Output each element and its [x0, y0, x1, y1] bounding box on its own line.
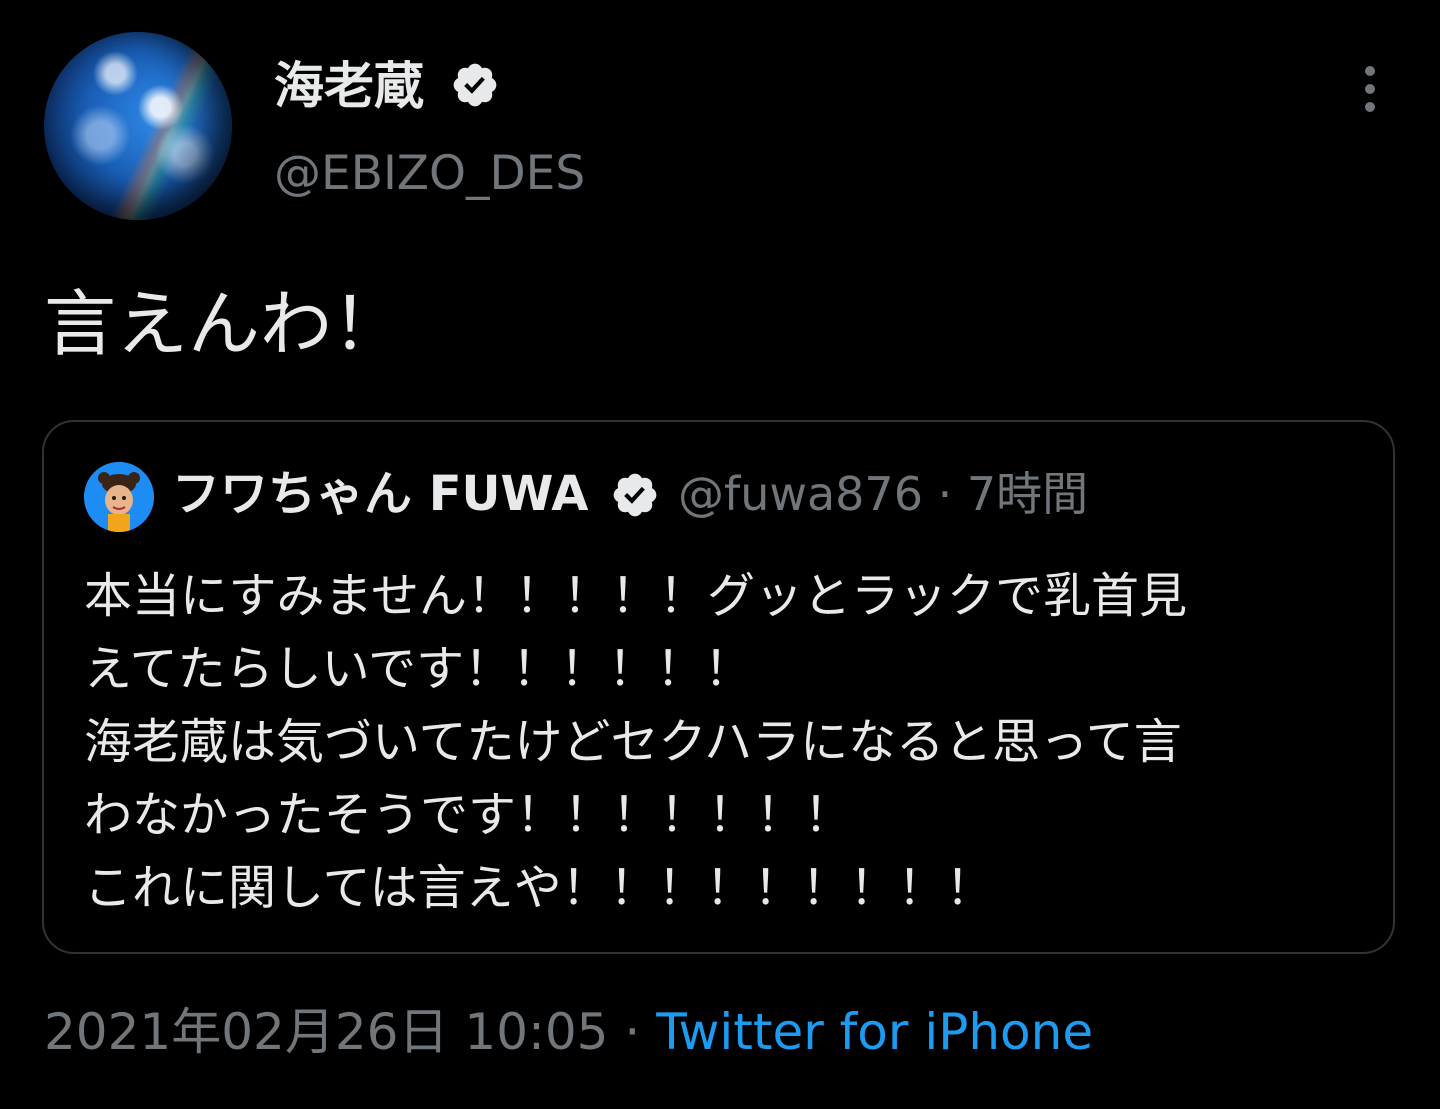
quoted-tweet-line: 海老蔵は気づいてたけどセクハラになると思って言	[84, 714, 1182, 770]
author-avatar[interactable]	[44, 32, 232, 220]
more-vertical-icon[interactable]	[1358, 66, 1382, 112]
author-display-name[interactable]: 海老蔵	[274, 56, 424, 116]
quoted-tweet-time[interactable]: 7時間	[967, 467, 1088, 521]
footer-separator: ·	[624, 1003, 641, 1061]
quoted-tweet-line: えてたらしいです！！！！！！	[84, 641, 753, 697]
quoted-tweet-line: 本当にすみません！！！！！グッとラックで乳首見	[84, 568, 1188, 624]
verified-badge-icon	[450, 60, 500, 110]
author-handle[interactable]: @EBIZO_DES	[274, 146, 585, 202]
verified-badge-icon	[610, 470, 660, 520]
quoted-author-handle[interactable]: @fuwa876	[678, 467, 923, 521]
tweet-timestamp[interactable]: 2021年02月26日 10:05	[44, 1003, 608, 1061]
quoted-tweet-text: 本当にすみません！！！！！グッとラックで乳首見 えてたらしいです！！！！！！ 海老蔵…	[84, 560, 1374, 925]
meta-separator: ·	[937, 467, 953, 521]
tweet-footer: 2021年02月26日 10:05 · Twitter for iPhone	[44, 1000, 1093, 1064]
quoted-author-avatar[interactable]	[84, 462, 154, 532]
quoted-tweet-line: わなかったそうです！！！！！！！	[84, 787, 853, 843]
tweet-source-link[interactable]: Twitter for iPhone	[656, 1003, 1093, 1061]
tweet-text: 言えんわ！	[44, 282, 405, 366]
quoted-tweet-line: これに関しては言えや！！！！！！！！！	[84, 860, 994, 916]
quoted-author-display-name[interactable]: フワちゃん FUWA	[172, 464, 588, 524]
quoted-tweet-meta: @fuwa876 · 7時間	[678, 464, 1088, 524]
